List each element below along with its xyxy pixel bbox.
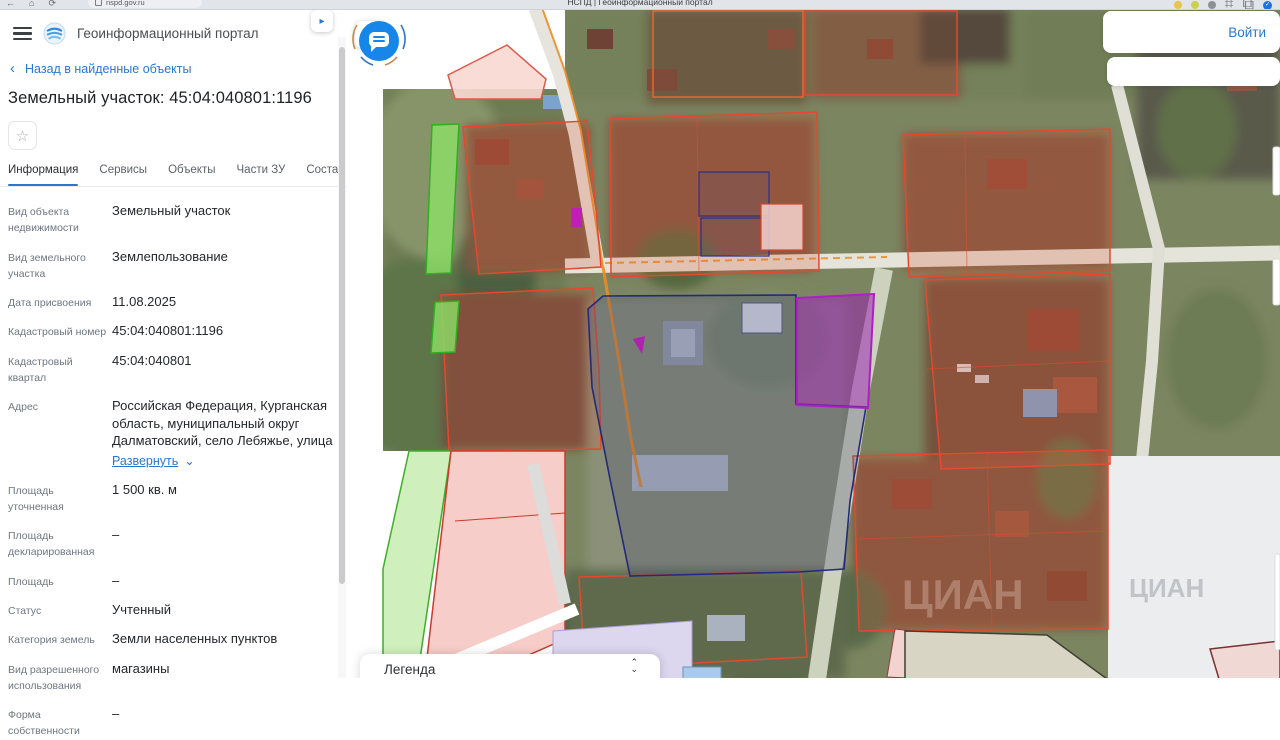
app-logo-icon [43,22,66,45]
field-row: Статус Учтенный [8,601,172,617]
field-row: Вид разрешенного использования магазины [8,660,170,692]
object-info-sidebar: Геоинформационный портал ‹ Назад в найде… [0,9,347,737]
map-control-sliver[interactable] [1272,146,1280,196]
chevron-right-icon: ▸ [319,15,325,27]
star-icon: ☆ [15,127,30,145]
app-title: Геоинформационный портал [77,26,259,41]
favorite-button[interactable]: ☆ [8,121,37,150]
field-row: Форма собственности – [8,706,120,738]
field-row-address: Адрес Российская Федерация, Курганская о… [8,397,337,470]
tab-parcel-parts[interactable]: Части ЗУ [237,161,286,186]
chevron-down-icon: ⌄ [184,453,195,468]
map-search-panel[interactable] [1107,57,1280,86]
attribute-list: Вид объекта недвижимости Земельный участ… [0,187,347,740]
scrollbar-thumb[interactable] [339,47,345,584]
field-row: Кадастровый квартал 45:04:040801 [8,352,192,384]
field-row: Площадь декларированная – [8,527,120,559]
tab-bar: Информация Сервисы Объекты Части ЗУ Сост… [0,161,347,187]
legend-title: Легенда [384,662,436,677]
browser-tab-title: НСПД | Геоинформационный портал [567,0,713,7]
field-row: Площадь – [8,572,120,588]
sidebar-scrollbar[interactable] [338,37,346,678]
extensions-puzzle-icon[interactable]: ⌗ [1225,0,1234,9]
extension-icon[interactable] [1190,1,1199,9]
field-row: Кадастровый номер 45:04:040801:1196 [8,323,224,339]
map-topright-panel: Войти [1103,11,1280,53]
extension-icon[interactable] [1207,1,1216,9]
back-link-label: Назад в найденные объекты [25,62,192,76]
field-row: Категория земель Земли населенных пункто… [8,631,278,647]
tab-objects[interactable]: Объекты [168,161,215,186]
browser-menu-icon[interactable]: ⧉ [1243,0,1254,9]
chat-support-button[interactable] [347,9,411,73]
back-to-results-link[interactable]: ‹ Назад в найденные объекты [10,60,347,77]
back-chevron-icon: ‹ [10,60,15,77]
tab-information[interactable]: Информация [8,161,79,186]
hamburger-menu-icon[interactable] [13,27,32,40]
profile-badge-icon[interactable]: ✓ [1263,0,1272,9]
tab-services[interactable]: Сервисы [99,161,147,186]
tabs-scroll-right-button[interactable]: ▸ [311,10,333,32]
field-row: Вид земельного участка Землепользование [8,248,228,280]
field-row: Дата присвоения 11.08.2025 [8,294,177,310]
browser-bar: ← ⌂ ⟳ nspd.gov.ru НСПД | Геоинформационн… [0,0,1280,10]
page-title: Земельный участок: 45:04:040801:1196 [8,89,312,107]
extension-icon[interactable] [1173,1,1182,9]
field-row: Вид объекта недвижимости Земельный участ… [8,203,231,235]
field-row: Площадь уточненная 1 500 кв. м [8,481,177,513]
expand-address-link[interactable]: Развернуть ⌄ [112,453,337,470]
map-canvas[interactable]: ЦИАН Войти Легенда ⌃ ⌄ [347,9,1280,678]
map-control-sliver[interactable] [1272,258,1280,306]
legend-collapse-control[interactable]: ⌃ ⌄ [630,658,638,674]
highlighted-parcel[interactable] [796,292,876,410]
login-link[interactable]: Войти [1228,25,1266,40]
chevron-down-icon: ⌄ [630,664,638,674]
legend-panel[interactable]: Легенда ⌃ ⌄ [360,654,660,678]
map-control-sliver[interactable] [1274,553,1280,651]
